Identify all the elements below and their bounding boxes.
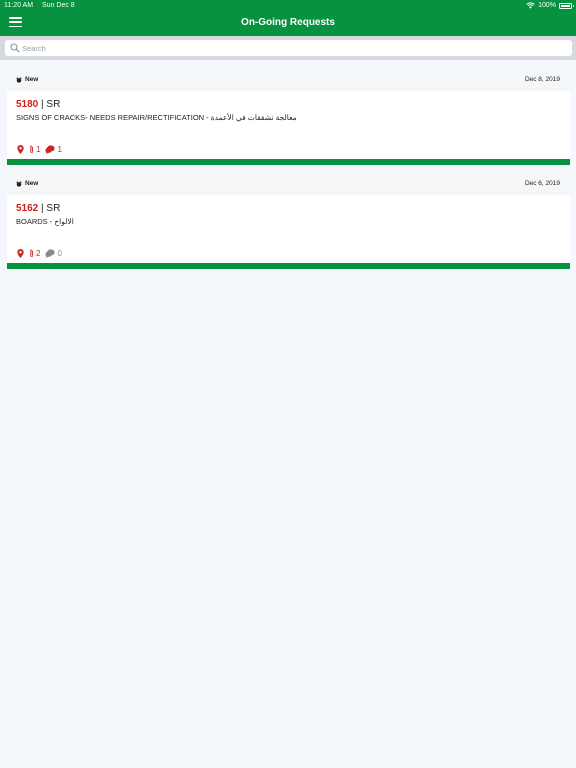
comment-count: 0 — [57, 249, 62, 258]
search-icon — [10, 43, 20, 53]
app-header: 11:20 AM Sun Dec 8 100% On-Going Request… — [0, 0, 576, 36]
location-pin-icon[interactable] — [17, 145, 24, 154]
request-type: SR — [46, 203, 61, 214]
attachment-icon[interactable] — [29, 145, 34, 154]
alarm-clock-icon — [16, 180, 22, 187]
request-id: 5162 — [16, 203, 39, 214]
request-date: Dec 8, 2019 — [524, 76, 560, 83]
request-date: Dec 6, 2019 — [524, 180, 560, 187]
request-meta: 1 1 — [17, 145, 67, 154]
comment-count: 1 — [57, 145, 62, 154]
search-bar — [0, 36, 576, 60]
request-meta: 2 0 — [17, 249, 67, 258]
status-label: New — [25, 180, 39, 187]
card-bottom-bar — [7, 159, 570, 165]
search-box[interactable] — [5, 40, 572, 56]
status-date: Sun Dec 8 — [42, 2, 75, 9]
search-input[interactable] — [22, 41, 562, 55]
battery-icon — [559, 2, 574, 9]
location-pin-icon[interactable] — [17, 249, 24, 258]
request-card[interactable]: New Dec 6, 2019 5162 | SR BOARDS - الالو… — [7, 172, 570, 269]
request-description: SIGNS OF CRACKS- NEEDS REPAIR/RECTIFICAT… — [16, 113, 297, 122]
request-number: 5180 | SR — [16, 99, 60, 110]
battery-percent: 100% — [538, 2, 556, 9]
request-description: BOARDS - الالواح — [16, 217, 74, 226]
page-title: On-Going Requests — [241, 17, 335, 28]
attachment-icon[interactable] — [29, 249, 34, 258]
status-label: New — [25, 76, 39, 83]
card-bottom-bar — [7, 263, 570, 269]
status-bar: 11:20 AM Sun Dec 8 100% — [0, 0, 576, 11]
card-header: New Dec 6, 2019 — [7, 172, 570, 195]
attachment-count: 2 — [36, 249, 41, 258]
comments-icon[interactable] — [45, 145, 56, 154]
card-header: New Dec 8, 2019 — [7, 68, 570, 91]
request-id: 5180 — [16, 99, 39, 110]
comments-icon[interactable] — [45, 249, 56, 258]
wifi-icon — [526, 2, 535, 9]
attachment-count: 1 — [36, 145, 41, 154]
request-card[interactable]: New Dec 8, 2019 5180 | SR SIGNS OF CRACK… — [7, 68, 570, 165]
request-number: 5162 | SR — [16, 203, 60, 214]
alarm-clock-icon — [16, 76, 22, 83]
status-time: 11:20 AM — [4, 2, 34, 9]
request-type: SR — [46, 99, 61, 110]
